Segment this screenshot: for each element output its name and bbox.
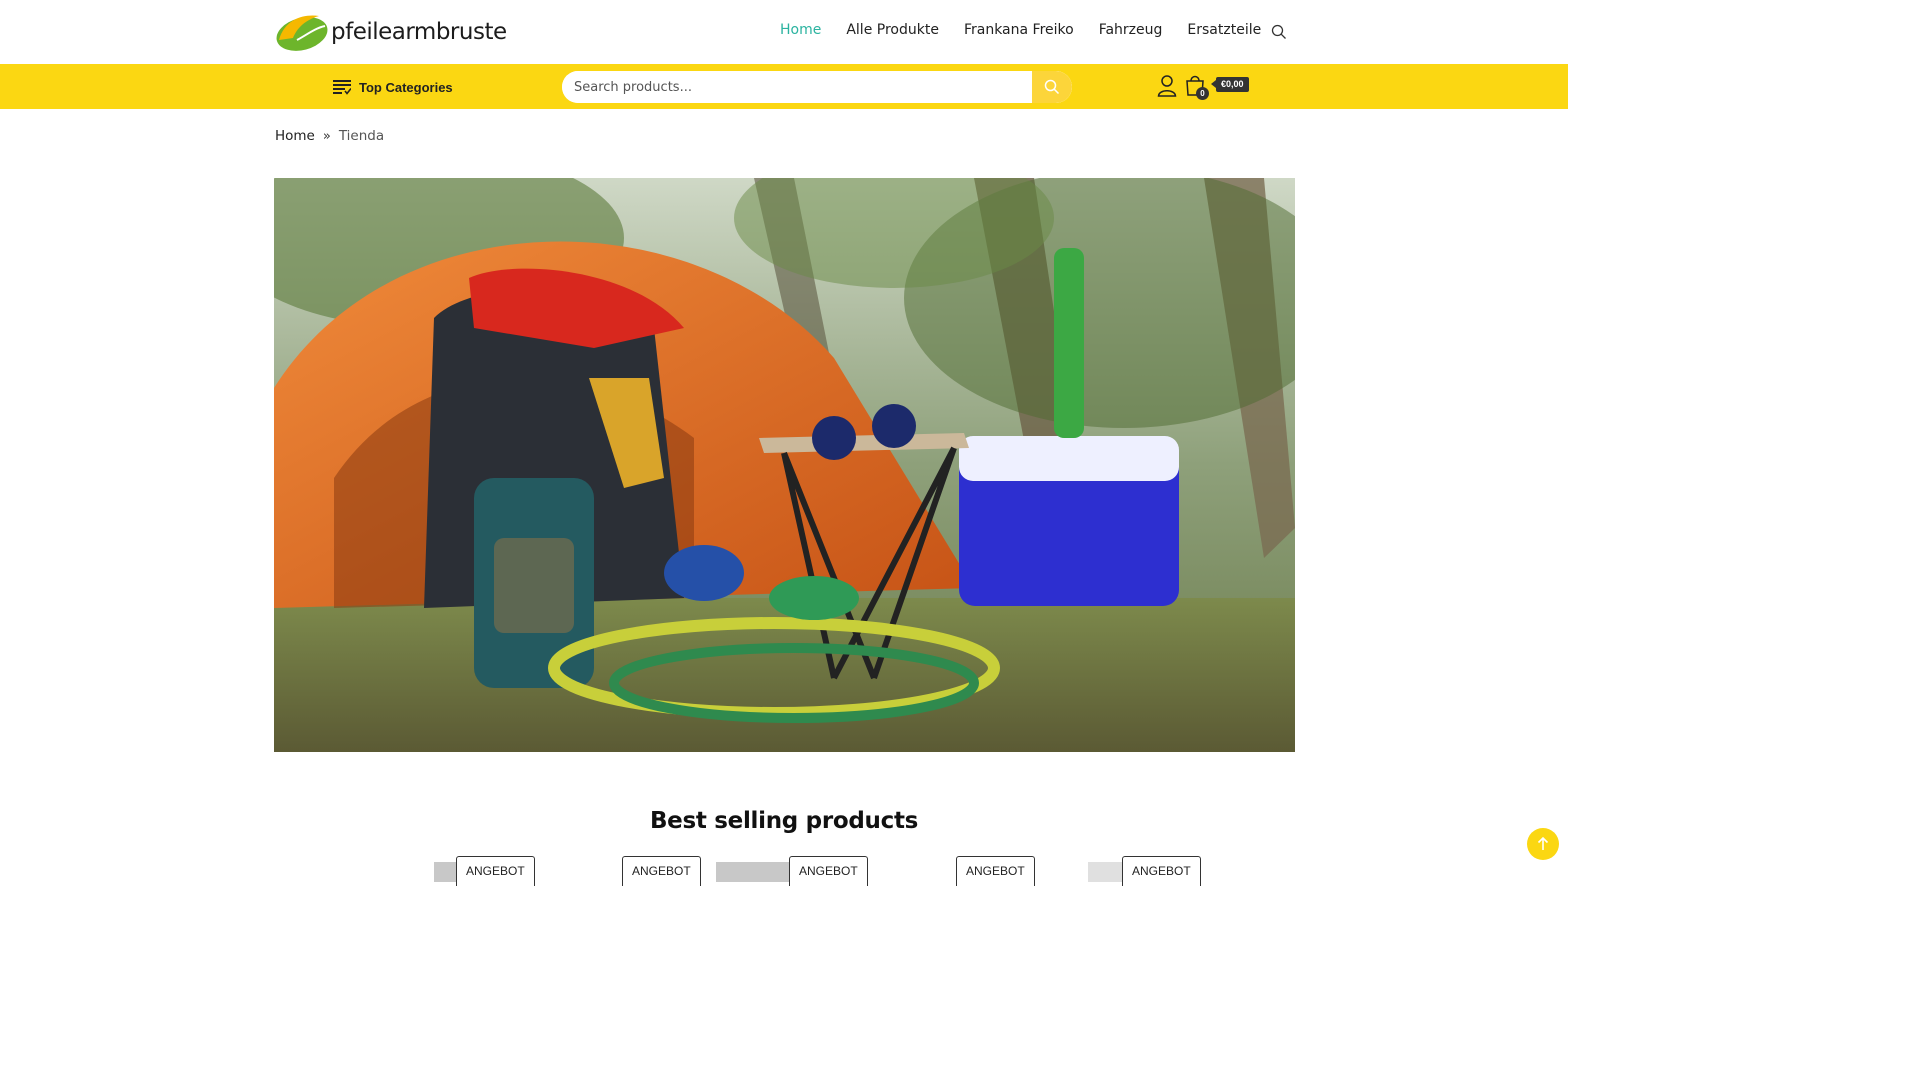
cart-total[interactable]: €0,00: [1211, 77, 1249, 92]
logo-text: pfeilearmbruste: [331, 19, 507, 45]
logo-mark-icon: [276, 15, 328, 51]
sale-badge: ANGEBOT: [1122, 856, 1201, 886]
product-thumbnail[interactable]: [434, 862, 456, 882]
sale-badge: ANGEBOT: [622, 856, 701, 886]
top-categories-button[interactable]: Top Categories: [333, 79, 453, 95]
breadcrumb-current: Tienda: [338, 128, 385, 144]
site-header: pfeilearmbruste Home Alle Produkte Frank…: [0, 0, 1568, 64]
back-to-top-button[interactable]: [1527, 828, 1559, 860]
product-thumbnail[interactable]: [1088, 862, 1122, 882]
nav-home[interactable]: Home: [780, 22, 821, 38]
category-search-bar: Top Categories 0 €0,00: [0, 64, 1568, 109]
search-icon[interactable]: [1271, 24, 1287, 40]
user-icon[interactable]: [1157, 75, 1177, 97]
sale-badge: ANGEBOT: [456, 856, 535, 886]
nav-ersatzteile[interactable]: Ersatzteile: [1187, 22, 1261, 38]
nav-fahrzeug[interactable]: Fahrzeug: [1099, 22, 1163, 38]
menu-lines-icon: [333, 80, 351, 95]
top-categories-label: Top Categories: [359, 79, 453, 95]
sale-badge: ANGEBOT: [956, 856, 1035, 886]
cart-count-badge: 0: [1196, 87, 1209, 100]
camping-scene-image: [274, 178, 1295, 752]
double-chevron-right-icon: »: [322, 128, 331, 144]
main-nav: Home Alle Produkte Frankana Freiko Fahrz…: [780, 22, 1286, 38]
nav-frankana-freiko[interactable]: Frankana Freiko: [964, 22, 1074, 38]
breadcrumb: Home » Tienda: [275, 128, 384, 144]
product-search: [562, 71, 1072, 103]
hero-banner-image: [274, 178, 1295, 752]
nav-alle-produkte[interactable]: Alle Produkte: [846, 22, 939, 38]
search-icon: [1044, 79, 1060, 95]
search-input[interactable]: [562, 71, 1032, 103]
site-logo[interactable]: pfeilearmbruste: [275, 10, 507, 54]
breadcrumb-home[interactable]: Home: [275, 128, 315, 144]
sale-badge: ANGEBOT: [789, 856, 868, 886]
arrow-up-icon: [1537, 837, 1549, 850]
section-title: Best selling products: [649, 808, 919, 834]
search-button[interactable]: [1032, 71, 1072, 103]
